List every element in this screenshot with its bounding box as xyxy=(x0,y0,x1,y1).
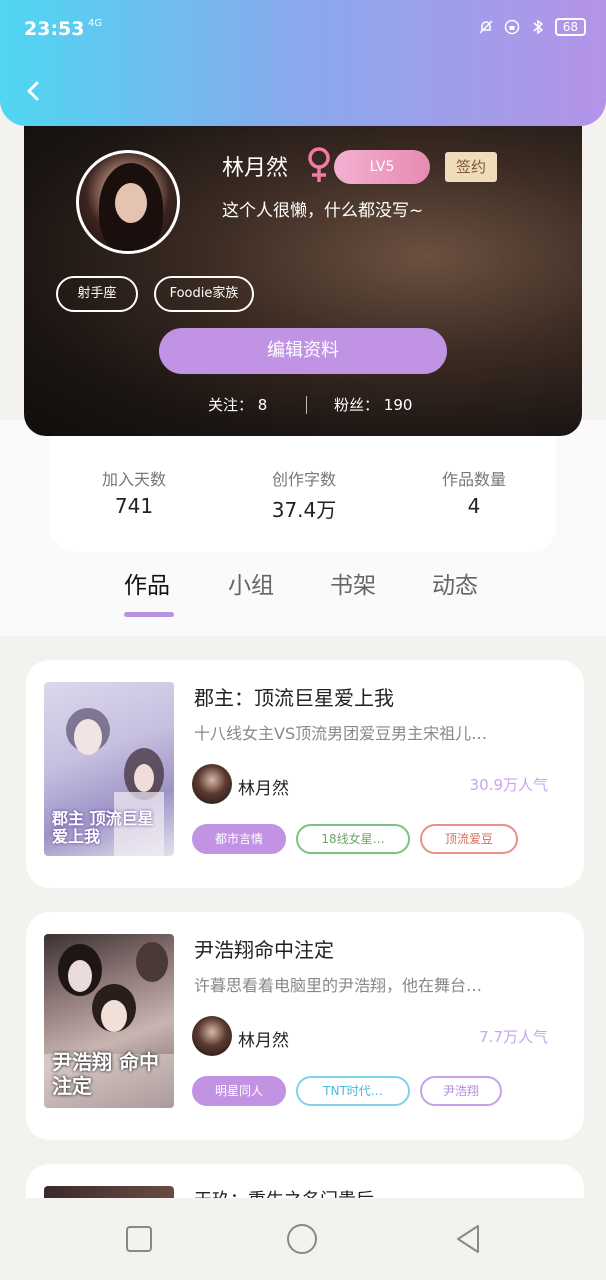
work-description: 许暮思看着电脑里的尹浩翔，他在舞台… xyxy=(194,976,483,995)
stat-join-days: 加入天数 741 xyxy=(54,466,214,518)
stat-label: 作品数量 xyxy=(441,470,506,489)
home-circle-icon[interactable] xyxy=(285,1222,319,1256)
stat-value: 4 xyxy=(467,494,481,518)
status-icons: 68 xyxy=(477,18,586,36)
profile-tag-family[interactable]: Foodie家族 xyxy=(154,276,254,312)
followers-stat[interactable]: 粉丝： 190 xyxy=(334,394,412,415)
work-tag[interactable]: 尹浩翔 xyxy=(420,1076,502,1106)
profile-bio: 这个人很懒，什么都没写~ xyxy=(222,201,424,221)
work-tag[interactable]: 都市言情 xyxy=(192,824,286,854)
tab-bookshelf[interactable]: 书架 xyxy=(330,566,376,600)
stats-card: 加入天数 741 创作字数 37.4万 作品数量 4 xyxy=(50,420,556,552)
female-gender-icon xyxy=(308,147,330,182)
work-card[interactable]: 尹浩翔 命中 注定 尹浩翔命中注定 许暮思看着电脑里的尹浩翔，他在舞台… 林月然… xyxy=(26,912,584,1140)
work-card[interactable]: 郡主 顶流巨星 爱上我 郡主：顶流巨星爱上我 十八线女主VS顶流男团爱豆男主宋祖… xyxy=(26,660,584,888)
work-title: 郡主：顶流巨星爱上我 xyxy=(194,686,394,710)
edit-profile-button[interactable]: 编辑资料 xyxy=(159,328,447,374)
bluetooth-icon xyxy=(529,18,547,36)
work-tag[interactable]: 顶流爱豆 xyxy=(420,824,518,854)
back-button[interactable] xyxy=(18,76,48,106)
followers-label: 粉丝 xyxy=(334,396,365,414)
level-badge: LV5 xyxy=(334,150,430,184)
popularity-count: 30.9万人气 xyxy=(469,776,548,794)
author-avatar xyxy=(192,1016,232,1056)
work-tag[interactable]: TNT时代… xyxy=(296,1076,410,1106)
stat-value: 741 xyxy=(114,494,154,518)
work-title: 尹浩翔命中注定 xyxy=(194,938,334,962)
cover-title: 尹浩翔 命中 注定 xyxy=(52,1050,159,1098)
author-name: 林月然 xyxy=(238,1031,289,1051)
tab-works[interactable]: 作品 xyxy=(124,566,170,600)
mute-bell-icon xyxy=(477,18,495,36)
lock-rotation-icon xyxy=(503,18,521,36)
network-indicator: 4G xyxy=(88,18,103,29)
back-triangle-icon[interactable] xyxy=(452,1222,486,1256)
stat-work-count: 作品数量 4 xyxy=(394,466,554,518)
profile-tag-zodiac[interactable]: 射手座 xyxy=(56,276,138,312)
followers-count: 190 xyxy=(383,396,413,414)
stat-label: 创作字数 xyxy=(271,470,336,489)
work-tag[interactable]: 明星同人 xyxy=(192,1076,286,1106)
stat-label: 加入天数 xyxy=(101,470,166,489)
top-header: 23:53 4G 68 xyxy=(0,0,606,126)
tab-groups[interactable]: 小组 xyxy=(228,566,274,600)
book-cover: 郡主 顶流巨星 爱上我 xyxy=(44,682,174,856)
book-cover: 尹浩翔 命中 注定 xyxy=(44,934,174,1108)
work-description: 十八线女主VS顶流男团爱豆男主宋祖儿… xyxy=(194,724,488,743)
cover-title: 郡主 顶流巨星 爱上我 xyxy=(52,809,154,846)
chevron-left-icon xyxy=(27,81,39,101)
system-nav-bar xyxy=(0,1198,606,1280)
author-avatar xyxy=(192,764,232,804)
status-time: 23:53 xyxy=(24,18,85,40)
follow-divider xyxy=(306,396,307,414)
following-count: 8 xyxy=(257,396,268,414)
stat-value: 37.4万 xyxy=(271,498,337,522)
active-tab-indicator xyxy=(124,612,174,617)
avatar[interactable] xyxy=(76,150,180,254)
profile-name: 林月然 xyxy=(222,156,289,181)
popularity-count: 7.7万人气 xyxy=(479,1028,548,1046)
recent-apps-icon[interactable] xyxy=(122,1222,156,1256)
author-name: 林月然 xyxy=(238,779,289,799)
work-tag[interactable]: 18线女星… xyxy=(296,824,410,854)
stat-word-count: 创作字数 37.4万 xyxy=(224,466,384,523)
battery-icon: 68 xyxy=(554,18,586,36)
following-stat[interactable]: 关注： 8 xyxy=(208,394,267,415)
signed-badge: 签约 xyxy=(445,152,497,182)
profile-card: 林月然 LV5 签约 这个人很懒，什么都没写~ 射手座 Foodie家族 编辑资… xyxy=(24,110,582,436)
following-label: 关注 xyxy=(208,396,239,414)
tab-activity[interactable]: 动态 xyxy=(432,566,478,600)
